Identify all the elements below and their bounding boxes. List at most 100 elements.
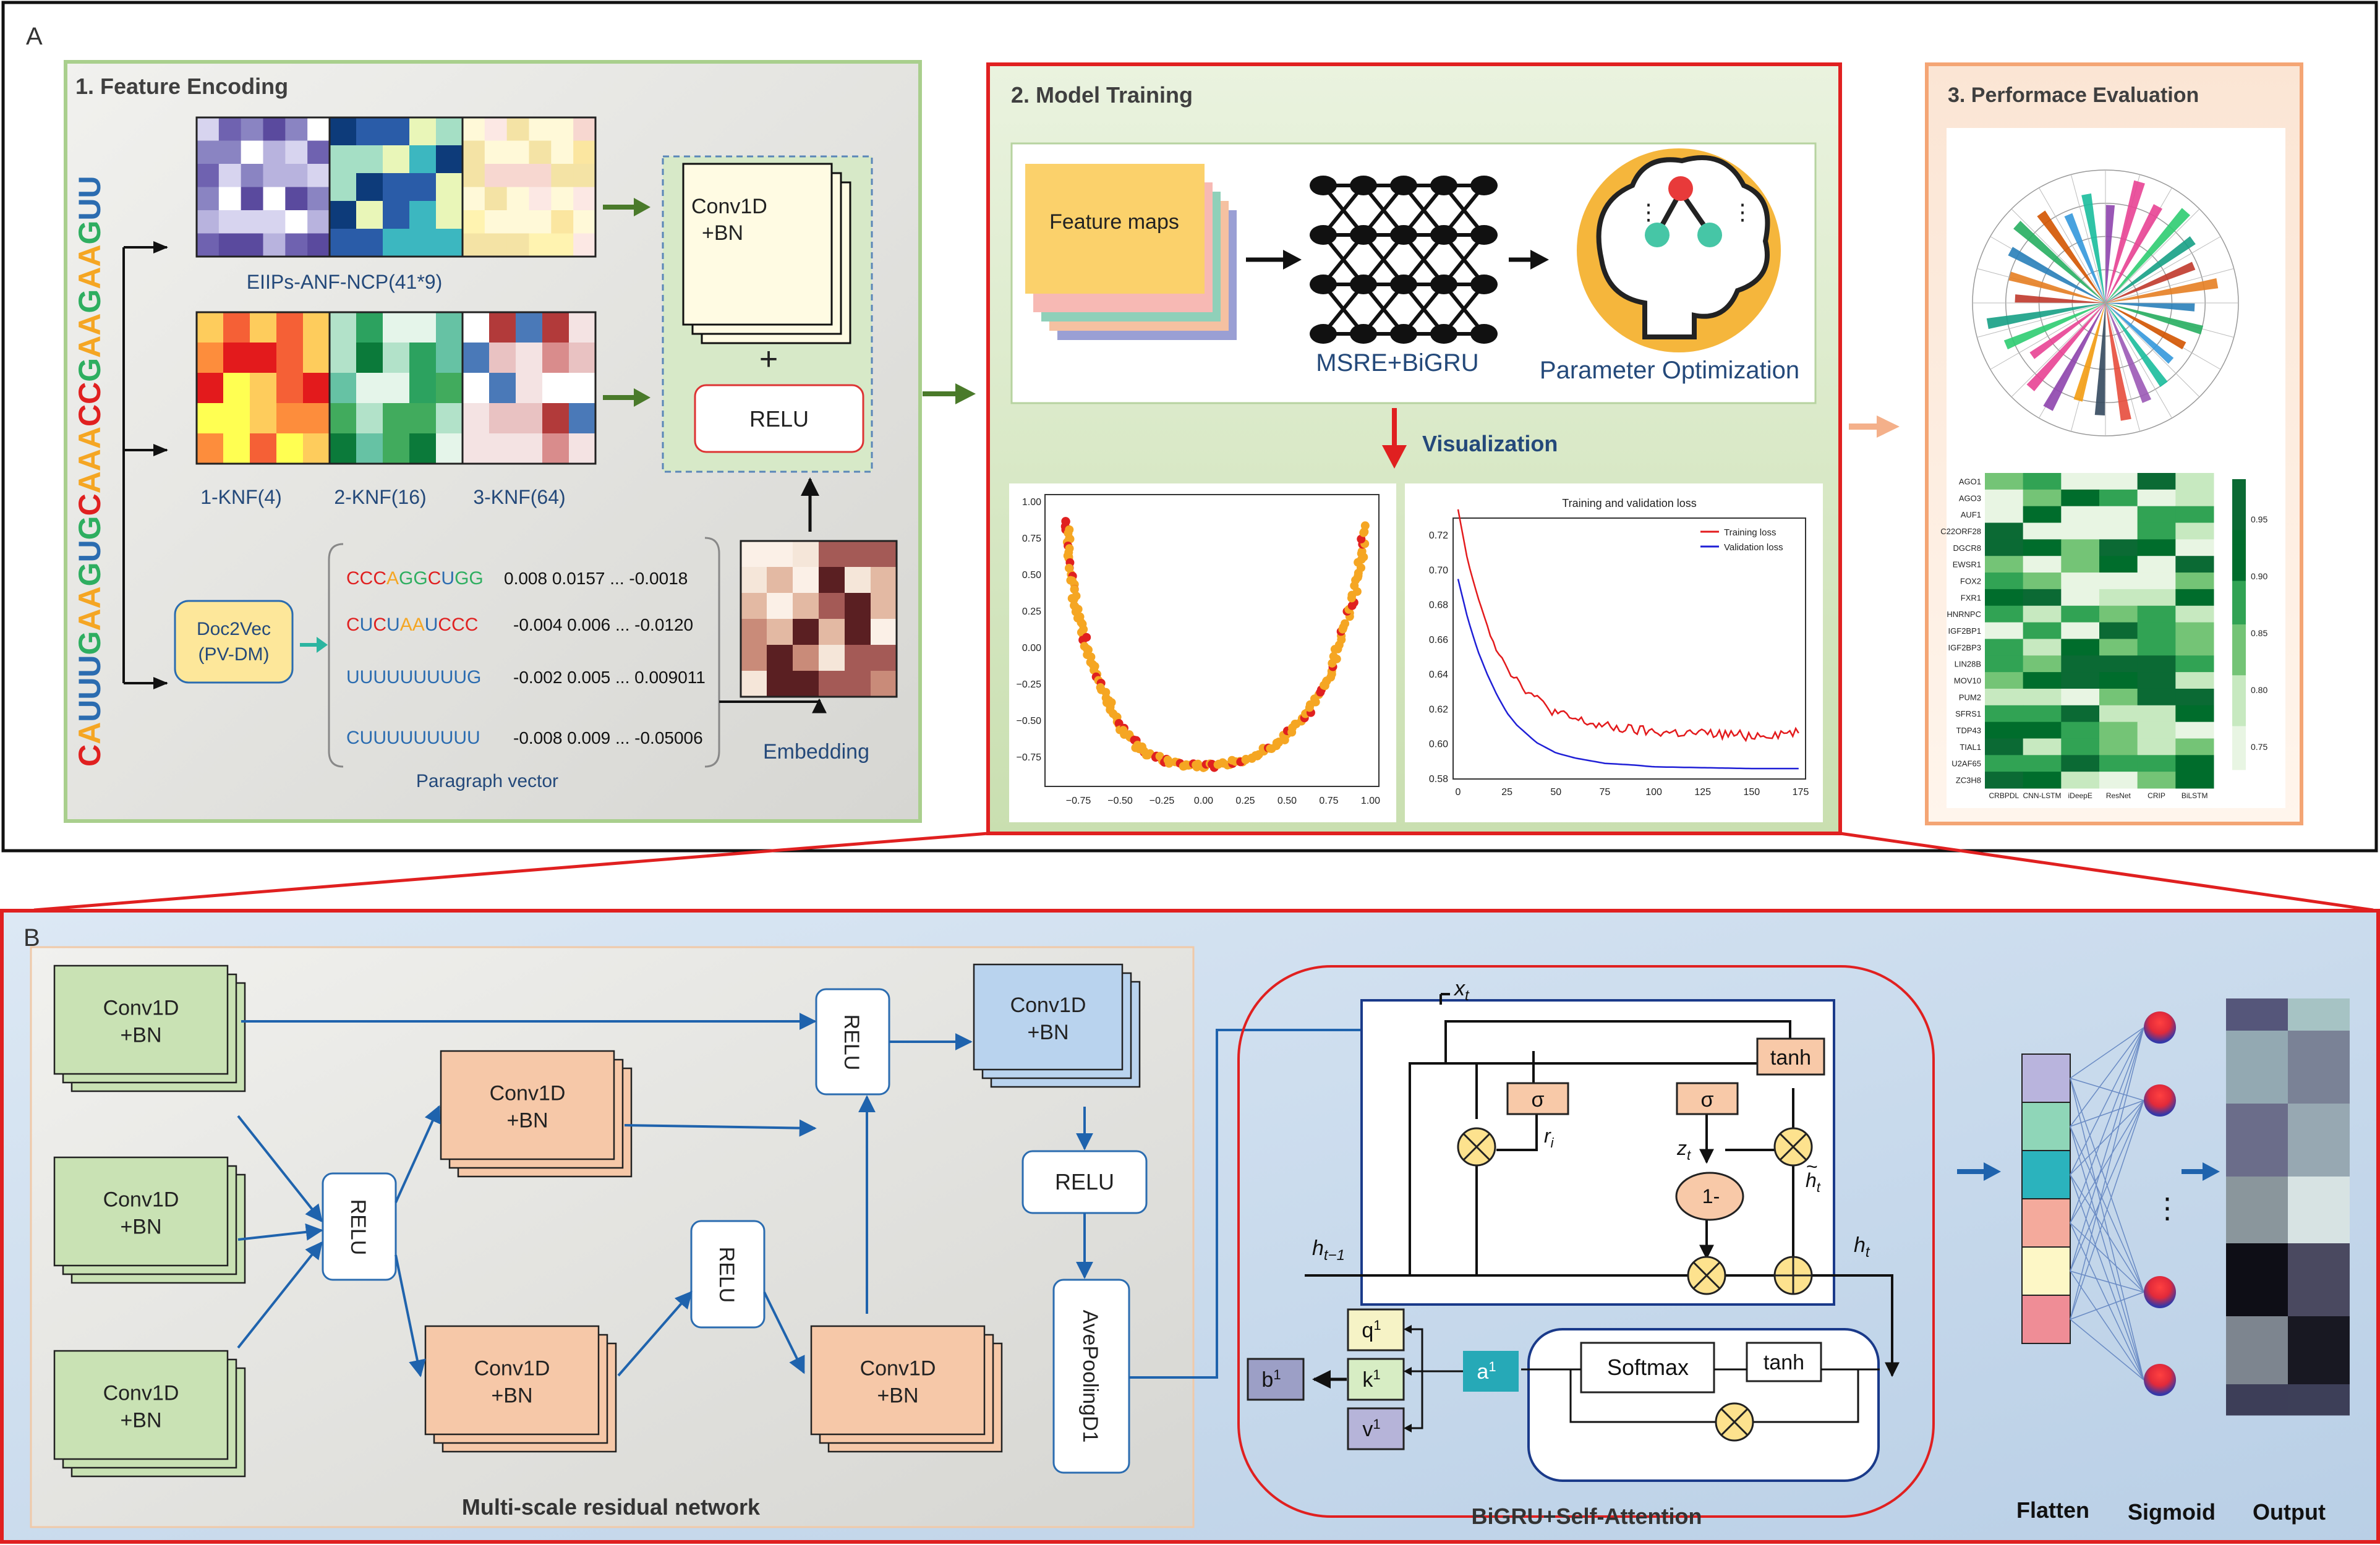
eiip-matrix-3-cell	[506, 233, 529, 257]
colorbar-cell	[2232, 689, 2246, 697]
heatmap-cell	[2137, 639, 2176, 656]
scatter-y-tick: 0.00	[1022, 643, 1041, 653]
knf3-matrix-cell	[516, 312, 543, 343]
performance-title: 3. Performace Evaluation	[1948, 83, 2199, 107]
kmer-base: U	[346, 667, 360, 687]
avepooling-label: AvePoolingD1	[1078, 1310, 1102, 1443]
attention-block: Softmax tanh	[1521, 1328, 1880, 1482]
eiip-matrix-3-cell	[551, 233, 574, 257]
knf2-matrix-cell	[383, 403, 410, 434]
heatmap-row-label: IGF2BP1	[1948, 626, 1981, 636]
sequence-base: A	[72, 471, 107, 493]
parameter-optimization-label: Parameter Optimization	[1540, 357, 1799, 384]
output-cell	[2226, 1177, 2288, 1244]
heatmap-cell	[2175, 489, 2214, 507]
model-training-title: 2. Model Training	[1011, 82, 1193, 108]
loss-x-tick: 150	[1744, 787, 1760, 798]
loss-title: Training and validation loss	[1562, 497, 1696, 509]
network-node	[1390, 324, 1417, 344]
eiip-matrix-3-cell	[529, 233, 552, 257]
multiply-node-z	[1687, 1256, 1726, 1295]
eiip-matrix-1-cell	[285, 164, 308, 187]
eiip-matrix-1-cell	[285, 233, 308, 257]
conv-stack-4: Conv1D +BN	[440, 1050, 633, 1178]
kmer-row-4: CUUUUUUUUU	[346, 728, 480, 748]
knf1-matrix-cell	[197, 343, 224, 373]
network-node	[1430, 324, 1457, 344]
heatmap-cell	[2099, 589, 2138, 607]
softmax-label: Softmax	[1607, 1355, 1689, 1380]
heatmap-cell	[1985, 522, 2024, 540]
relu-box-b3: RELU	[815, 988, 890, 1096]
loss-x-tick: 125	[1694, 787, 1711, 798]
eiip-matrix-1-cell	[263, 117, 286, 141]
loss-x-tick: 175	[1793, 787, 1809, 798]
heatmap-col-label: CRIP	[2148, 791, 2165, 800]
eiip-matrix-1-cell	[307, 164, 330, 187]
sequence-base: C	[72, 382, 107, 404]
embedding-grid-cell	[793, 567, 819, 594]
eiip-matrix-3-cell	[573, 164, 596, 187]
tanh-gate: tanh	[1756, 1037, 1825, 1076]
heatmap-cell	[2061, 688, 2100, 706]
embedding-grid-cell	[741, 567, 767, 594]
eiip-matrix-3-cell	[484, 117, 508, 141]
knf1-matrix-cell	[250, 373, 277, 404]
heatmap-cell	[2023, 639, 2062, 656]
conv-stack-3-label-2: +BN	[120, 1409, 161, 1432]
knf2-matrix-cell	[356, 343, 383, 373]
colorbar-cell	[2232, 646, 2246, 654]
heatmap-row-label: DGCR8	[1953, 543, 1981, 553]
heatmap-cell	[2175, 539, 2214, 556]
eiip-anf-ncp-matrices	[195, 116, 597, 258]
heatmap-col-label: CRBPDL	[1989, 791, 2019, 800]
colorbar-cell	[2232, 581, 2246, 589]
knf3-matrix-cell	[516, 343, 543, 373]
heatmap-row-label: LIN28B	[1955, 660, 1981, 669]
kmer-base: C	[346, 615, 360, 635]
eiip-matrix-3-cell	[551, 140, 574, 164]
panel-a: A 1. Feature Encoding CAUUUGAAGUGCAAACCG…	[1, 1, 2378, 853]
knf3-matrix-cell	[542, 373, 569, 404]
knf3-matrix-cell	[542, 403, 569, 434]
colorbar-cell	[2232, 595, 2246, 603]
eiip-matrix-1-cell	[263, 140, 286, 164]
embedding-label: Embedding	[763, 740, 869, 764]
conv-stack-7-label-1: Conv1D	[1010, 994, 1086, 1017]
svg-text:⋮: ⋮	[1731, 199, 1754, 224]
knf1-label: 1-KNF(4)	[200, 486, 282, 508]
relu-box-b2: RELU	[690, 1220, 766, 1329]
scatter-x-tick: −0.75	[1066, 796, 1091, 806]
bigru-attention-label: BiGRU+Self-Attention	[1472, 1504, 1702, 1529]
conv-stack-1: Conv1D +BN	[53, 964, 246, 1092]
embedding-grid-cell	[845, 645, 871, 671]
output-cell	[2226, 998, 2288, 1031]
eiip-matrix-3-cell	[551, 187, 574, 211]
heatmap-cell	[2061, 738, 2100, 755]
heatmap-cell	[2023, 539, 2062, 556]
eiip-matrix-2-cell	[436, 173, 463, 202]
embedding-grid-cell	[793, 619, 819, 645]
heatmap-cell	[2023, 721, 2062, 739]
feature-encoding-section: 1. Feature Encoding CAUUUGAAGUGCAAACCGAA…	[64, 60, 922, 823]
kmer-base: C	[360, 568, 373, 589]
kmer-base: U	[373, 667, 386, 687]
heatmap-row-label: MOV10	[1954, 676, 1981, 686]
q1-node: q1	[1347, 1308, 1405, 1351]
embedding-grid-cell	[819, 619, 845, 645]
scatter-point	[1360, 521, 1370, 530]
eiip-matrix-3-cell	[529, 164, 552, 187]
heatmap-cell	[2175, 506, 2214, 524]
eiip-matrix-2-cell	[356, 201, 383, 229]
loss-y-tick: 0.72	[1429, 530, 1448, 541]
eiip-matrix-3-cell	[506, 140, 529, 164]
eiip-matrix-1-cell	[307, 140, 330, 164]
knf1-matrix-cell	[223, 312, 250, 343]
sequence-base: U	[72, 655, 107, 677]
feature-maps-stack: Feature maps	[1025, 164, 1237, 340]
vector-row-4: -0.008 0.009 ... -0.05006	[513, 728, 703, 747]
sequence-base: A	[72, 245, 107, 267]
flatten-cell	[2021, 1053, 2071, 1103]
conv-stack-5: Conv1D +BN	[424, 1325, 617, 1453]
eiip-matrix-1-cell	[197, 210, 220, 234]
